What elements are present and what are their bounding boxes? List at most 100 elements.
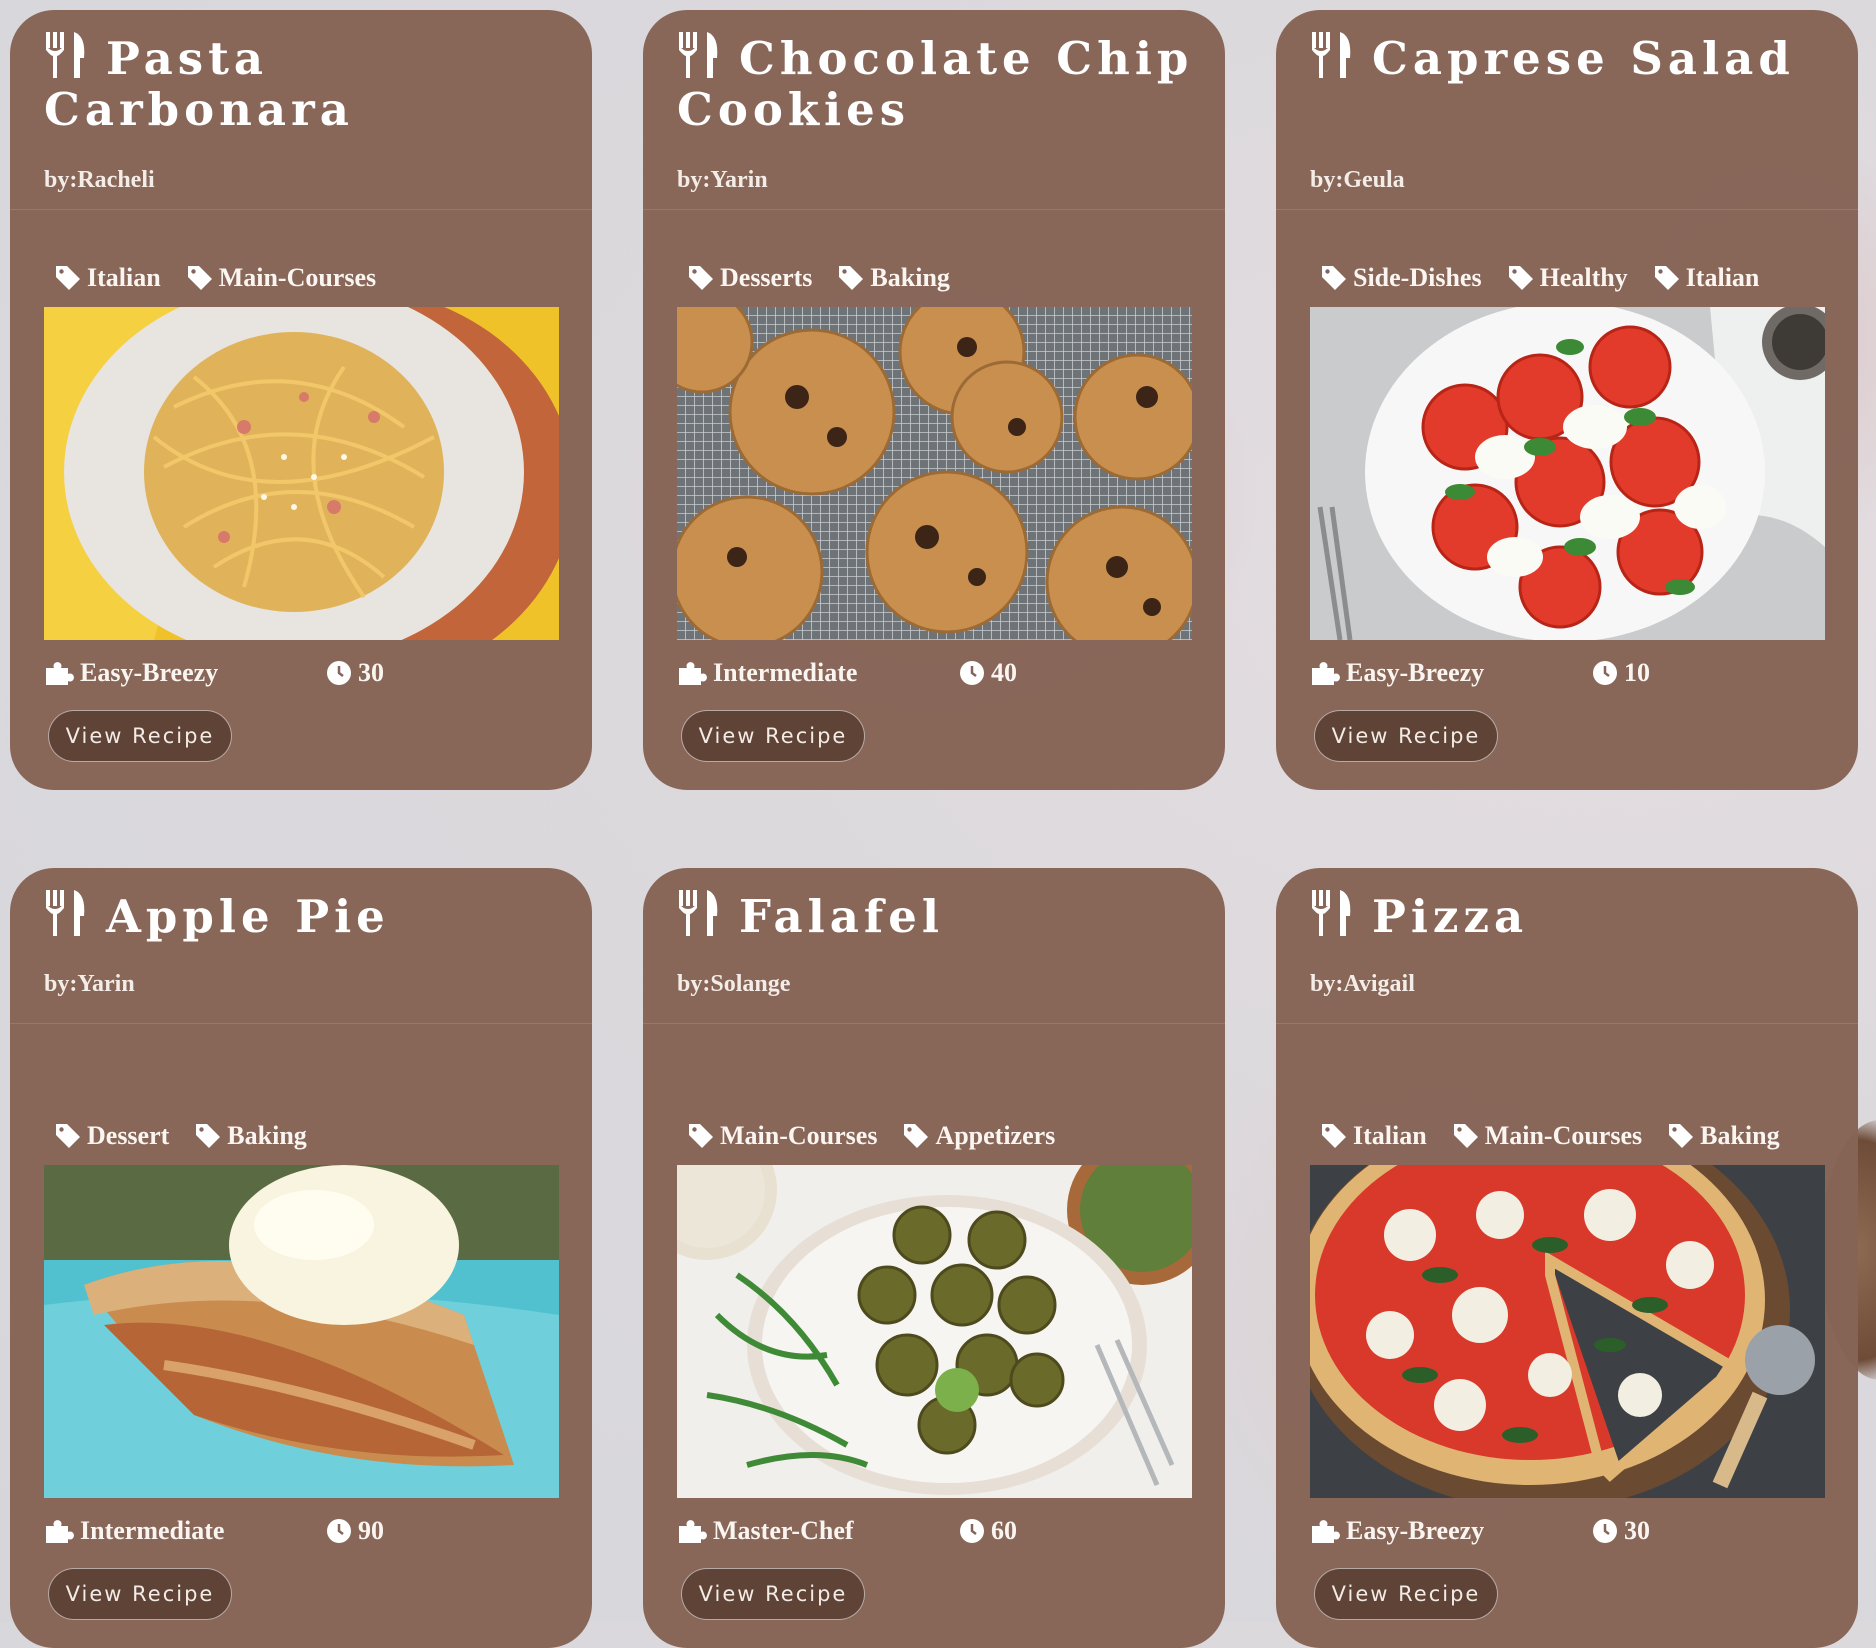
tag-icon	[839, 266, 864, 290]
puzzle-icon	[46, 1520, 74, 1543]
clock-icon	[327, 1519, 351, 1543]
cook-time: 60	[959, 1516, 1017, 1546]
recipe-card: Pasta Carbonara by:Racheli Italian Main-…	[10, 10, 592, 790]
recipe-meta: Easy-Breezy 30	[44, 658, 559, 694]
clock-icon	[1593, 1519, 1617, 1543]
cook-time: 10	[1592, 658, 1650, 688]
recipe-tag[interactable]: Baking	[195, 1121, 307, 1151]
tag-icon	[689, 266, 713, 290]
view-recipe-button[interactable]: View Recipe	[681, 710, 865, 762]
fork-knife-icon	[46, 32, 85, 78]
recipe-tag[interactable]: Italian	[1654, 263, 1759, 293]
recipe-author: by:Avigail	[1310, 971, 1415, 997]
clock-icon	[960, 661, 984, 685]
recipe-card: Apple Pie by:Yarin Dessert Baking Interm…	[10, 868, 592, 1648]
recipe-title: Apple Pie	[44, 888, 564, 942]
difficulty-level: Intermediate	[44, 1516, 224, 1546]
view-recipe-button[interactable]: View Recipe	[48, 710, 232, 762]
recipe-author: by:Yarin	[44, 971, 135, 997]
caprese-photo[interactable]	[1310, 307, 1825, 640]
tag-icon	[904, 1124, 929, 1148]
recipe-meta: Easy-Breezy 30	[1310, 1516, 1825, 1552]
recipe-card: Falafel by:Solange Main-Courses Appetize…	[643, 868, 1225, 1648]
tag-list: Dessert Baking	[55, 1121, 307, 1151]
falafel-photo[interactable]	[677, 1165, 1192, 1498]
recipe-meta: Easy-Breezy 10	[1310, 658, 1825, 694]
view-recipe-button[interactable]: View Recipe	[1314, 1568, 1498, 1620]
clock-icon	[960, 1519, 984, 1543]
recipe-author: by:Racheli	[44, 167, 155, 193]
difficulty-level: Easy-Breezy	[1310, 658, 1484, 688]
tag-icon	[1322, 266, 1346, 290]
view-recipe-button[interactable]: View Recipe	[681, 1568, 865, 1620]
recipe-title: Chocolate Chip Cookies	[677, 32, 1194, 136]
recipe-tag[interactable]: Healthy	[1508, 263, 1628, 293]
recipe-tag[interactable]: Appetizers	[903, 1121, 1055, 1151]
fork-knife-icon	[679, 890, 718, 936]
recipe-tag[interactable]: Baking	[1668, 1121, 1780, 1151]
recipe-title: Pasta Carbonara	[44, 32, 354, 136]
falafel-photo-art	[677, 1165, 1192, 1498]
recipe-title: Caprese Salad	[1310, 30, 1830, 84]
pasta-photo-art	[44, 307, 559, 640]
recipe-tag[interactable]: Dessert	[55, 1121, 169, 1151]
difficulty-level: Easy-Breezy	[1310, 1516, 1484, 1546]
apple-pie-photo[interactable]	[44, 1165, 559, 1498]
difficulty-level: Intermediate	[677, 658, 857, 688]
recipe-author: by:Geula	[1310, 167, 1405, 193]
recipe-author: by:Solange	[677, 971, 791, 997]
recipe-meta: Intermediate 40	[677, 658, 1192, 694]
view-recipe-button[interactable]: View Recipe	[1314, 710, 1498, 762]
recipe-tag[interactable]: Desserts	[688, 263, 812, 293]
card-header: Caprese Salad by:Geula	[1276, 10, 1858, 210]
card-header: Pasta Carbonara by:Racheli	[10, 10, 592, 210]
apple-pie-photo-art	[44, 1165, 559, 1498]
card-header: Falafel by:Solange	[643, 868, 1225, 1024]
tag-list: Main-Courses Appetizers	[688, 1121, 1055, 1151]
cook-time: 90	[326, 1516, 384, 1546]
puzzle-icon	[1312, 662, 1340, 685]
recipe-card: Chocolate Chip Cookies by:Yarin Desserts…	[643, 10, 1225, 790]
clock-icon	[1593, 661, 1617, 685]
pasta-photo[interactable]	[44, 307, 559, 640]
pizza-photo[interactable]	[1310, 1165, 1825, 1498]
puzzle-icon	[679, 662, 707, 685]
view-recipe-button[interactable]: View Recipe	[48, 1568, 232, 1620]
recipe-tag[interactable]: Main-Courses	[187, 263, 376, 293]
card-header: Chocolate Chip Cookies by:Yarin	[643, 10, 1225, 210]
card-header: Apple Pie by:Yarin	[10, 868, 592, 1024]
cookies-photo-art	[677, 307, 1192, 640]
clock-icon	[327, 661, 351, 685]
tag-icon	[1508, 266, 1533, 290]
recipe-tag[interactable]: Main-Courses	[1453, 1121, 1642, 1151]
pizza-photo-art	[1310, 1165, 1825, 1498]
recipe-tag[interactable]: Main-Courses	[688, 1121, 877, 1151]
card-header: Pizza by:Avigail	[1276, 868, 1858, 1024]
recipe-grid: Pasta Carbonara by:Racheli Italian Main-…	[0, 0, 1876, 1648]
puzzle-icon	[1312, 1520, 1340, 1543]
tag-icon	[1453, 1124, 1478, 1148]
caprese-photo-art	[1310, 307, 1825, 640]
difficulty-level: Easy-Breezy	[44, 658, 218, 688]
tag-icon	[187, 266, 212, 290]
recipe-card: Pizza by:Avigail Italian Main-Courses Ba…	[1276, 868, 1858, 1648]
puzzle-icon	[679, 1520, 707, 1543]
recipe-tag[interactable]: Italian	[55, 263, 161, 293]
recipe-meta: Intermediate 90	[44, 1516, 559, 1552]
cookies-photo[interactable]	[677, 307, 1192, 640]
cook-time: 30	[326, 658, 384, 688]
recipe-tag[interactable]: Side-Dishes	[1321, 263, 1482, 293]
fork-knife-icon	[46, 890, 85, 936]
recipe-title: Falafel	[677, 888, 1197, 942]
tag-list: Side-Dishes Healthy Italian	[1321, 263, 1759, 293]
tag-icon	[56, 266, 80, 290]
difficulty-level: Master-Chef	[677, 1516, 854, 1546]
fork-knife-icon	[1312, 890, 1351, 936]
fork-knife-icon	[679, 32, 718, 78]
tag-icon	[196, 1124, 221, 1148]
recipe-tag[interactable]: Baking	[838, 263, 950, 293]
recipe-tag[interactable]: Italian	[1321, 1121, 1427, 1151]
fork-knife-icon	[1312, 32, 1351, 78]
cook-time: 40	[959, 658, 1017, 688]
tag-icon	[56, 1124, 80, 1148]
